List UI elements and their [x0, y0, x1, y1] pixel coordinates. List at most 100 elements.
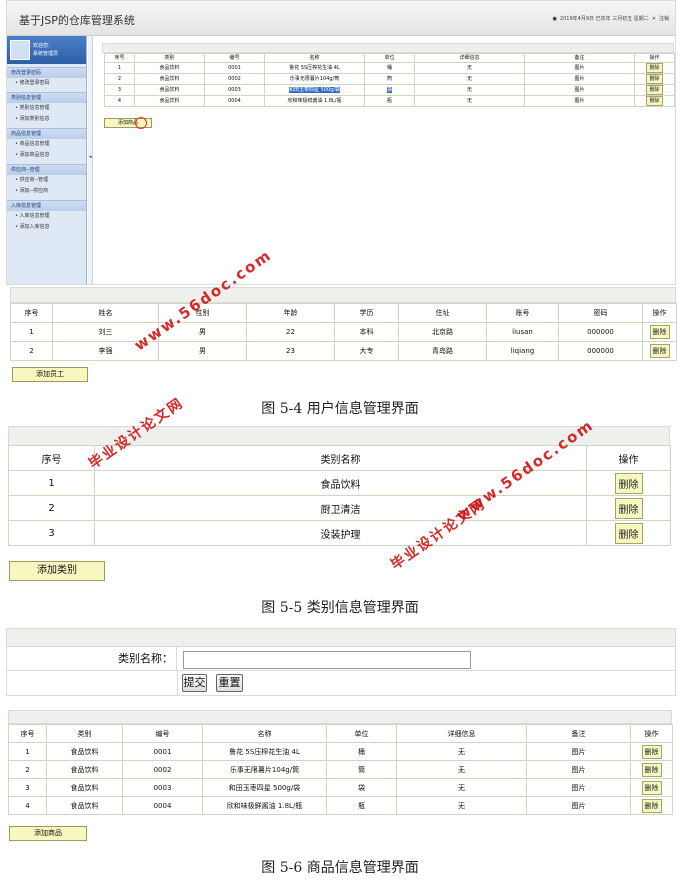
- delete-button[interactable]: 删除: [649, 325, 670, 339]
- delete-button[interactable]: 删除: [649, 344, 670, 358]
- table-row: 2 李强 男 23 大专 青岛路 liqiang 000000 删除: [10, 341, 677, 361]
- cell-text: 无: [466, 65, 472, 71]
- sidebar-item[interactable]: • 添加入库信息: [7, 222, 86, 233]
- column-header: 备注: [526, 724, 631, 743]
- table-header-row: 序号 类别 编号 名称 单位 详细信息 备注 操作: [104, 53, 675, 63]
- column-header: 账号: [486, 303, 559, 323]
- cell-text: 无: [458, 783, 465, 792]
- table-cell: 0001: [122, 742, 203, 761]
- delete-button[interactable]: 删除: [641, 744, 662, 759]
- cursor-highlight-icon: [135, 117, 147, 129]
- table-row: 1 食品饮料 删除: [8, 470, 671, 496]
- sidebar-item[interactable]: • 供应商--管理: [7, 175, 86, 186]
- action-cell: 删除: [586, 520, 671, 546]
- cell-text: 男: [199, 347, 206, 355]
- action-cell: 删除: [630, 742, 673, 761]
- action-cell: 删除: [630, 796, 673, 815]
- table-cell: 0003: [204, 84, 265, 96]
- goods-table-header-bar: [8, 710, 672, 724]
- action-cell: 删除: [586, 495, 671, 521]
- table-cell: liusan: [486, 322, 559, 342]
- cell-text: 4: [117, 98, 122, 104]
- cell-text: 3: [117, 87, 122, 93]
- cell-text: 欣和味极鲜酱油 1.8L/瓶: [226, 801, 303, 810]
- cell-text: 000000: [587, 347, 614, 355]
- table-cell: 4: [8, 796, 47, 815]
- delete-button[interactable]: 删除: [614, 497, 643, 519]
- cell-text: 大专: [359, 347, 374, 355]
- table-cell: 000000: [558, 341, 643, 361]
- table-cell: 2: [8, 495, 95, 521]
- cell-text: 1: [117, 65, 122, 71]
- sidebar-item-label: 添加入库信息: [19, 224, 50, 230]
- category-name-label: 类别名称：: [7, 647, 177, 671]
- table-cell: 食品饮料: [134, 73, 205, 85]
- cell-text: 无: [466, 98, 472, 104]
- collapse-arrow-icon[interactable]: ◂: [89, 154, 92, 160]
- sidebar-group-header[interactable]: 修改登录密码: [7, 67, 86, 78]
- cell-text: 0003: [228, 87, 241, 93]
- table-cell: liqiang: [486, 341, 559, 361]
- cell-text: 无: [458, 801, 465, 810]
- delete-button[interactable]: 删除: [646, 74, 663, 84]
- sidebar-group-header[interactable]: 类别信息管理: [7, 92, 86, 103]
- table-cell: 无: [414, 95, 525, 107]
- add-employee-button[interactable]: 添加员工: [12, 367, 88, 382]
- cell-text: 瓶: [386, 98, 392, 104]
- table-cell: 图片: [526, 760, 631, 779]
- table-row: 2 食品饮料 0002 乐事无限薯片104g/筒 筒 无 图片 删除: [104, 73, 675, 85]
- delete-button[interactable]: 删除: [614, 522, 643, 544]
- sidebar-item[interactable]: • 添加类别信息: [7, 114, 86, 125]
- sidebar-item[interactable]: • 添加商品信息: [7, 150, 86, 161]
- add-category-button[interactable]: 添加类别: [9, 561, 105, 581]
- table-cell: 筒: [364, 73, 415, 85]
- table-cell: 3: [8, 778, 47, 797]
- table-cell: 食品饮料: [134, 62, 205, 74]
- system-title: 基于JSP的仓库管理系统: [19, 14, 135, 27]
- sidebar-item[interactable]: • 修改登录密码: [7, 78, 86, 89]
- delete-button[interactable]: 删除: [646, 63, 663, 73]
- column-header: 类别: [134, 53, 205, 63]
- submit-button[interactable]: 提交: [182, 674, 207, 692]
- date-text: 2019年4月9日 已农年 三月初五 星期二: [559, 16, 649, 22]
- table-cell: 袋: [326, 778, 397, 797]
- sidebar-item[interactable]: • 商品信息管理: [7, 139, 86, 150]
- sidebar-item-label: 添加商品信息: [19, 152, 50, 158]
- sidebar-splitter[interactable]: ◂: [88, 36, 93, 284]
- logout-link[interactable]: 注销: [659, 15, 669, 22]
- user-table-header-bar: [10, 287, 676, 303]
- delete-button[interactable]: 删除: [614, 472, 643, 494]
- sidebar-item[interactable]: • 入库信息管理: [7, 211, 86, 222]
- cell-text: 无: [458, 747, 465, 756]
- reset-button[interactable]: 重置: [216, 674, 243, 692]
- user-profile: 欢迎您： 系统管理员: [7, 36, 86, 64]
- category-name-input[interactable]: [183, 651, 471, 669]
- table-cell: 3: [8, 520, 95, 546]
- delete-button[interactable]: 删除: [641, 780, 662, 795]
- cell-text: 0002: [153, 765, 172, 774]
- category-form: 类别名称： 提交 重置: [6, 628, 676, 696]
- sidebar-item[interactable]: • 类别信息管理: [7, 103, 86, 114]
- close-icon[interactable]: ✕: [652, 16, 656, 22]
- add-goods-button-large[interactable]: 添加商品: [9, 826, 87, 841]
- action-cell: 删除: [630, 760, 673, 779]
- delete-button[interactable]: 删除: [641, 798, 662, 813]
- table-cell: 桶: [364, 62, 415, 74]
- table-cell: 乐事无限薯片104g/筒: [264, 73, 365, 85]
- table-row: 3 食品饮料 0003 和田玉枣四星 500g/袋 袋 无 图片 删除: [104, 84, 675, 96]
- table-cell: 男: [158, 341, 247, 361]
- delete-button[interactable]: 删除: [646, 85, 663, 95]
- column-header: 住址: [398, 303, 487, 323]
- cell-text: 2: [117, 76, 122, 82]
- delete-button[interactable]: 删除: [641, 762, 662, 777]
- delete-button[interactable]: 删除: [646, 96, 663, 106]
- sidebar-group-header[interactable]: 供应商--管理: [7, 164, 86, 175]
- sidebar-item[interactable]: • 添加--供应商: [7, 186, 86, 197]
- table-cell: 厨卫清洁: [94, 495, 587, 521]
- action-cell: 删除: [642, 341, 677, 361]
- table-cell: 0004: [122, 796, 203, 815]
- cell-text: 食品饮料: [159, 98, 180, 104]
- sidebar-group-header[interactable]: 入库信息管理: [7, 200, 86, 211]
- cell-text: 没装护理: [320, 529, 361, 541]
- sidebar-group-header[interactable]: 商品信息管理: [7, 128, 86, 139]
